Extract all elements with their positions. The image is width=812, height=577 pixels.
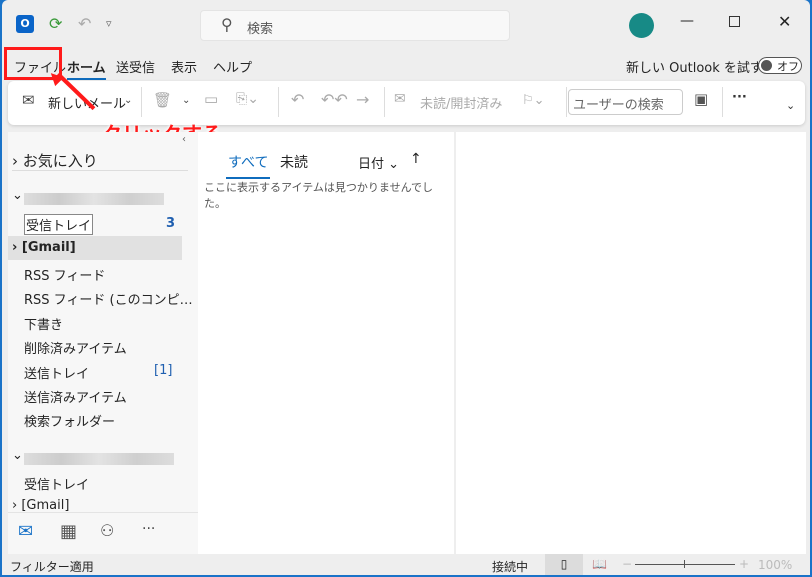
- search-box[interactable]: ⚲ 検索: [200, 10, 510, 41]
- folder-gmail[interactable]: › [Gmail]: [8, 236, 182, 260]
- zoom-out-button[interactable]: −: [622, 557, 632, 571]
- undo-icon[interactable]: ↶: [78, 14, 91, 33]
- minimize-button[interactable]: —: [680, 13, 694, 29]
- folder-rss[interactable]: RSS フィード: [24, 265, 105, 284]
- folder-sent[interactable]: 送信済みアイテム: [24, 387, 127, 406]
- user-search-input[interactable]: ユーザーの検索: [568, 89, 683, 115]
- tab-unread[interactable]: 未読: [280, 152, 308, 172]
- calendar-icon[interactable]: ▦: [60, 521, 77, 542]
- search-placeholder: 検索: [247, 22, 274, 37]
- reply-all-icon[interactable]: ↶↶: [321, 90, 348, 109]
- sort-by-date-button[interactable]: 日付 ⌄: [358, 153, 399, 172]
- delete-icon[interactable]: 🗑: [153, 91, 172, 109]
- new-outlook-toggle[interactable]: オフ: [758, 57, 802, 74]
- toggle-knob: [761, 60, 772, 71]
- divider: [384, 87, 385, 117]
- new-mail-dropdown-icon[interactable]: ⌄: [124, 95, 132, 106]
- address-book-icon[interactable]: ▣: [694, 90, 708, 108]
- normal-view-button[interactable]: ▯: [545, 554, 583, 575]
- customize-quick-access-icon[interactable]: ▿: [106, 17, 112, 30]
- account1-chevron-icon[interactable]: ⌄: [12, 188, 23, 203]
- account1-name-redacted: [24, 193, 164, 205]
- folder-gmail-2[interactable]: › [Gmail]: [12, 498, 69, 513]
- forward-icon[interactable]: →: [356, 90, 369, 109]
- unread-read-button[interactable]: 未読/開封済み: [420, 93, 502, 112]
- zoom-level[interactable]: 100%: [758, 558, 792, 572]
- folder-deleted[interactable]: 削除済みアイテム: [24, 338, 127, 357]
- sort-label: 日付: [358, 157, 385, 172]
- menu-help[interactable]: ヘルプ: [213, 57, 252, 76]
- reply-icon[interactable]: ↶: [291, 90, 304, 109]
- account2-chevron-icon[interactable]: ⌄: [12, 448, 23, 463]
- menu-view[interactable]: 表示: [171, 57, 197, 76]
- divider: [12, 170, 188, 171]
- user-search-placeholder: ユーザーの検索: [573, 98, 664, 113]
- mail-icon[interactable]: ✉: [18, 521, 33, 542]
- tab-all[interactable]: すべて: [226, 152, 271, 179]
- collapse-pane-icon[interactable]: ‹: [182, 134, 186, 145]
- folder-outbox[interactable]: 送信トレイ: [24, 363, 89, 382]
- folder-rss-local[interactable]: RSS フィード (このコンピ…: [24, 289, 193, 308]
- new-outlook-label: 新しい Outlook を試す: [626, 61, 763, 76]
- navigation-bar: ✉ ▦ ⚇ ···: [8, 512, 198, 554]
- people-icon[interactable]: ⚇: [100, 521, 114, 540]
- archive-icon[interactable]: ▭: [204, 90, 218, 108]
- avatar[interactable]: [629, 13, 654, 38]
- menu-send-receive[interactable]: 送受信: [116, 57, 155, 76]
- folder-label: 受信トレイ: [26, 219, 92, 234]
- empty-message: ここに表示するアイテムは見つかりませんでした。: [204, 181, 434, 210]
- favorites-header[interactable]: › お気に入り: [12, 150, 98, 171]
- ribbon-expand-icon[interactable]: ⌄: [786, 99, 795, 112]
- delete-dropdown-icon[interactable]: ⌄: [182, 95, 190, 106]
- outlook-window: O ⟳ ↶ ▿ ⚲ 検索 — ✕ ファイル ホーム 送受信 表示 ヘルプ 新しい…: [2, 0, 810, 575]
- folder-label: [Gmail]: [21, 498, 70, 513]
- connection-status: 接続中: [492, 560, 529, 574]
- new-mail-icon: ✉: [22, 91, 35, 109]
- status-bar: フィルター適用 接続中 ▯ 📖 − + 100%: [2, 554, 810, 575]
- outbox-count: [1]: [154, 363, 173, 378]
- maximize-button[interactable]: [729, 16, 740, 27]
- folder-inbox-2[interactable]: 受信トレイ: [24, 474, 89, 493]
- account2-name-redacted: [24, 453, 174, 465]
- folder-inbox[interactable]: 受信トレイ: [24, 214, 94, 235]
- folder-label: › [Gmail]: [12, 240, 76, 255]
- toggle-label: オフ: [777, 60, 799, 73]
- move-icon[interactable]: ⎘⌄: [236, 91, 259, 107]
- divider: [141, 87, 142, 117]
- folder-drafts[interactable]: 下書き: [24, 314, 63, 333]
- flag-icon[interactable]: ⚐⌄: [522, 93, 545, 108]
- folder-search[interactable]: 検索フォルダー: [24, 411, 115, 430]
- divider: [722, 87, 723, 117]
- reading-pane: [456, 132, 806, 554]
- divider: [566, 87, 567, 117]
- search-icon: ⚲: [221, 15, 233, 34]
- divider: [278, 87, 279, 117]
- envelope-open-icon: ✉: [394, 91, 406, 107]
- reading-view-button[interactable]: 📖: [592, 557, 607, 571]
- outlook-logo: O: [16, 15, 34, 33]
- zoom-slider[interactable]: [635, 560, 735, 568]
- favorites-label: お気に入り: [22, 152, 98, 170]
- zoom-in-button[interactable]: +: [739, 557, 749, 571]
- unread-count: 3: [166, 216, 176, 231]
- filter-status: フィルター適用: [10, 560, 94, 574]
- sort-direction-icon[interactable]: ↑: [410, 151, 422, 167]
- menu-home[interactable]: ホーム: [67, 57, 106, 80]
- close-button[interactable]: ✕: [778, 12, 791, 31]
- message-list: すべて 未読 日付 ⌄ ↑ ここに表示するアイテムは見つかりませんでした。: [198, 132, 454, 554]
- more-options-button[interactable]: ···: [732, 90, 747, 105]
- more-apps-icon[interactable]: ···: [142, 521, 155, 537]
- sync-icon[interactable]: ⟳: [49, 14, 62, 33]
- folder-gmail-label: [Gmail]: [21, 240, 76, 255]
- folder-pane: ‹ › お気に入り ⌄ 受信トレイ 3 › [Gmail] RSS フィード R…: [8, 132, 198, 513]
